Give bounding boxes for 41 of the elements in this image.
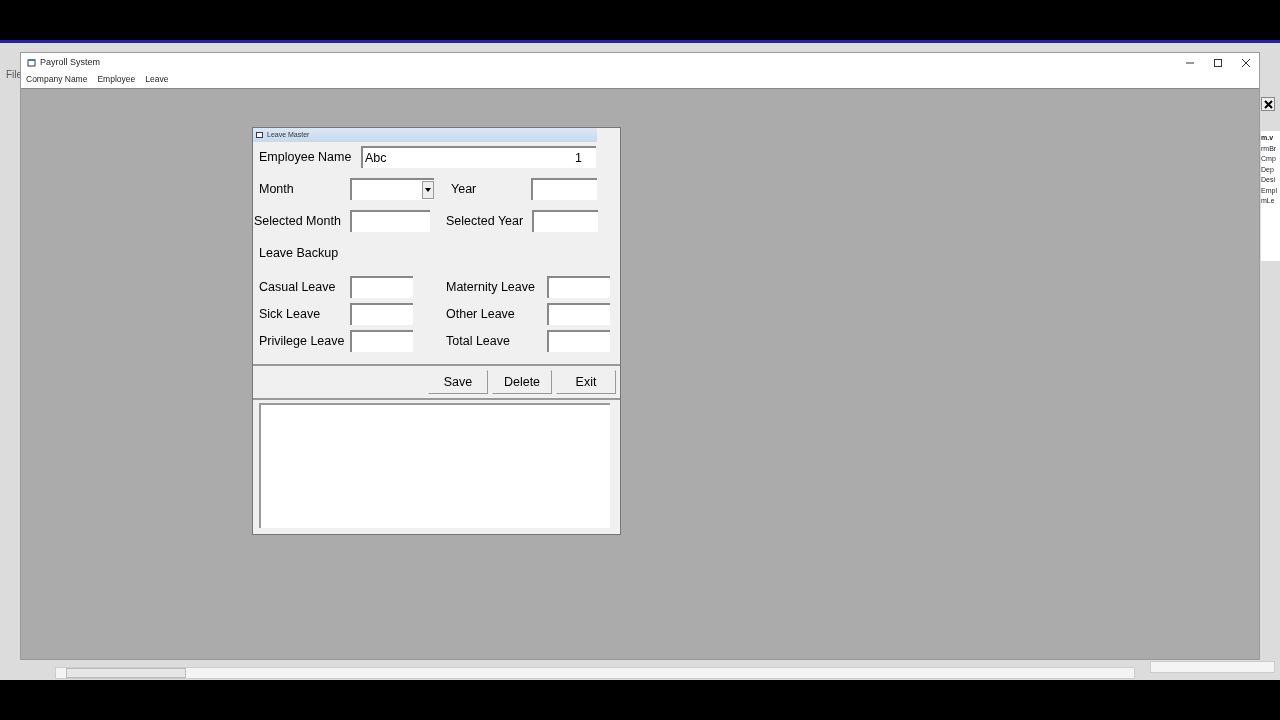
- text-field[interactable]: [547, 276, 610, 298]
- text-field[interactable]: [547, 303, 610, 325]
- maximize-icon[interactable]: [1213, 58, 1223, 68]
- text-field[interactable]: [350, 303, 413, 325]
- field-label: Other Leave: [446, 305, 516, 323]
- horizontal-scrollbar[interactable]: [1150, 661, 1275, 673]
- horizontal-scrollbar[interactable]: [55, 667, 1135, 679]
- field-label: Selected Month: [254, 212, 342, 230]
- field-label: Employee Name: [259, 148, 353, 166]
- form-button[interactable]: Save: [428, 370, 488, 394]
- form-button[interactable]: Exit: [556, 370, 616, 394]
- field-label: Sick Leave: [259, 305, 322, 323]
- window-title: Payroll System: [40, 56, 101, 70]
- text-field[interactable]: Abc: [361, 146, 526, 168]
- text-field[interactable]: [350, 330, 413, 352]
- section-label: Leave Backup: [258, 245, 339, 262]
- window-icon: [256, 131, 264, 139]
- menu-item[interactable]: Employee: [97, 73, 136, 86]
- dropdown-arrow-icon: [425, 188, 431, 192]
- field-label: Casual Leave: [259, 278, 337, 296]
- text-field[interactable]: [350, 276, 413, 298]
- close-button[interactable]: [1261, 97, 1275, 111]
- menu-item[interactable]: Leave: [145, 73, 169, 86]
- field-label: Maternity Leave: [446, 278, 536, 296]
- scroll-thumb[interactable]: [66, 668, 186, 678]
- field-label: Privilege Leave: [259, 332, 346, 350]
- month-dropdown[interactable]: [350, 178, 434, 200]
- close-icon[interactable]: [1241, 58, 1251, 68]
- window-icon: [27, 58, 36, 68]
- form-button[interactable]: Delete: [492, 370, 552, 394]
- text-field[interactable]: [531, 178, 597, 200]
- field-label: Selected Year: [446, 212, 525, 230]
- text-field[interactable]: [532, 210, 598, 232]
- text-field[interactable]: [350, 210, 430, 232]
- field-label: Year: [451, 180, 478, 198]
- menu-item[interactable]: Company Name: [26, 73, 88, 86]
- field-label: Total Leave: [446, 332, 511, 350]
- number-field[interactable]: 1: [526, 146, 596, 168]
- close-icon: [1263, 99, 1273, 109]
- text-field[interactable]: [547, 330, 610, 352]
- field-label: Month: [259, 180, 295, 198]
